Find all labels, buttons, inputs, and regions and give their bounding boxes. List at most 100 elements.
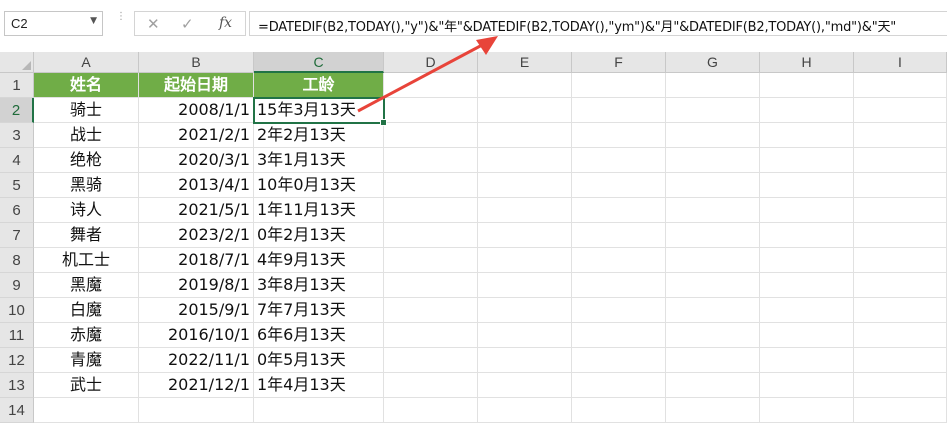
cell-a9[interactable]: 黑魔 [34, 273, 139, 298]
cell-a13[interactable]: 武士 [34, 373, 139, 398]
row-header-6[interactable]: 6 [0, 198, 34, 223]
cell-g3[interactable] [666, 123, 760, 148]
cell-c10[interactable]: 7年7月13天 [254, 298, 384, 323]
cell-i8[interactable] [854, 248, 947, 273]
cell-c4[interactable]: 3年1月13天 [254, 148, 384, 173]
cell-i4[interactable] [854, 148, 947, 173]
cell-d12[interactable] [384, 348, 478, 373]
cell-h12[interactable] [760, 348, 854, 373]
cell-i2[interactable] [854, 98, 947, 123]
cell-d10[interactable] [384, 298, 478, 323]
cell-c8[interactable]: 4年9月13天 [254, 248, 384, 273]
cell-e5[interactable] [478, 173, 572, 198]
formula-input[interactable]: =DATEDIF(B2,TODAY(),"y")&"年"&DATEDIF(B2,… [249, 11, 947, 36]
cell-h6[interactable] [760, 198, 854, 223]
cell-d7[interactable] [384, 223, 478, 248]
cell-b6[interactable]: 2021/5/1 [139, 198, 254, 223]
cell-i9[interactable] [854, 273, 947, 298]
spreadsheet-grid[interactable]: A B C D E F G H I 1 姓名 起始日期 工龄 2 骑士 2008/1/1 15年3月13天 3 战士… [0, 52, 947, 427]
cell-g5[interactable] [666, 173, 760, 198]
cell-h9[interactable] [760, 273, 854, 298]
cell-f9[interactable] [572, 273, 666, 298]
cell-b11[interactable]: 2016/10/1 [139, 323, 254, 348]
cell-c5[interactable]: 10年0月13天 [254, 173, 384, 198]
cell-d1[interactable] [384, 73, 478, 98]
cell-b14[interactable] [139, 398, 254, 423]
cell-c6[interactable]: 1年11月13天 [254, 198, 384, 223]
cell-d3[interactable] [384, 123, 478, 148]
cell-g6[interactable] [666, 198, 760, 223]
cell-i14[interactable] [854, 398, 947, 423]
row-header-7[interactable]: 7 [0, 223, 34, 248]
cell-i5[interactable] [854, 173, 947, 198]
cell-d4[interactable] [384, 148, 478, 173]
cell-f5[interactable] [572, 173, 666, 198]
cell-d6[interactable] [384, 198, 478, 223]
cell-e14[interactable] [478, 398, 572, 423]
cell-g9[interactable] [666, 273, 760, 298]
cell-g1[interactable] [666, 73, 760, 98]
cell-d5[interactable] [384, 173, 478, 198]
cell-i11[interactable] [854, 323, 947, 348]
cell-c7[interactable]: 0年2月13天 [254, 223, 384, 248]
cell-c12[interactable]: 0年5月13天 [254, 348, 384, 373]
column-header-h[interactable]: H [760, 52, 854, 73]
cell-b4[interactable]: 2020/3/1 [139, 148, 254, 173]
cell-i3[interactable] [854, 123, 947, 148]
cell-h4[interactable] [760, 148, 854, 173]
cell-a5[interactable]: 黑骑 [34, 173, 139, 198]
row-header-9[interactable]: 9 [0, 273, 34, 298]
cell-b8[interactable]: 2018/7/1 [139, 248, 254, 273]
cell-g4[interactable] [666, 148, 760, 173]
enter-icon[interactable]: ✓ [181, 15, 194, 33]
cell-c14[interactable] [254, 398, 384, 423]
cell-i10[interactable] [854, 298, 947, 323]
column-header-e[interactable]: E [478, 52, 572, 73]
cell-a10[interactable]: 白魔 [34, 298, 139, 323]
cell-f12[interactable] [572, 348, 666, 373]
cell-b2[interactable]: 2008/1/1 [139, 98, 254, 123]
row-header-8[interactable]: 8 [0, 248, 34, 273]
row-header-13[interactable]: 13 [0, 373, 34, 398]
column-header-i[interactable]: I [854, 52, 947, 73]
row-header-2[interactable]: 2 [0, 98, 34, 123]
cell-g13[interactable] [666, 373, 760, 398]
cell-h2[interactable] [760, 98, 854, 123]
drag-handle-icon[interactable]: ⋮ [116, 12, 126, 34]
cell-e12[interactable] [478, 348, 572, 373]
cell-i6[interactable] [854, 198, 947, 223]
column-header-a[interactable]: A [34, 52, 139, 73]
cell-h13[interactable] [760, 373, 854, 398]
cell-h11[interactable] [760, 323, 854, 348]
cell-b9[interactable]: 2019/8/1 [139, 273, 254, 298]
cell-d11[interactable] [384, 323, 478, 348]
cell-g8[interactable] [666, 248, 760, 273]
cell-a6[interactable]: 诗人 [34, 198, 139, 223]
select-all-button[interactable] [0, 52, 34, 73]
cell-h7[interactable] [760, 223, 854, 248]
cell-e11[interactable] [478, 323, 572, 348]
column-header-g[interactable]: G [666, 52, 760, 73]
cancel-icon[interactable]: ✕ [147, 15, 160, 33]
cell-e1[interactable] [478, 73, 572, 98]
name-box[interactable]: C2 ▼ [4, 11, 103, 36]
cell-e7[interactable] [478, 223, 572, 248]
row-header-3[interactable]: 3 [0, 123, 34, 148]
cell-a11[interactable]: 赤魔 [34, 323, 139, 348]
cell-b7[interactable]: 2023/2/1 [139, 223, 254, 248]
cell-g11[interactable] [666, 323, 760, 348]
cell-i12[interactable] [854, 348, 947, 373]
cell-b3[interactable]: 2021/2/1 [139, 123, 254, 148]
cell-g12[interactable] [666, 348, 760, 373]
cell-d14[interactable] [384, 398, 478, 423]
cell-e2[interactable] [478, 98, 572, 123]
cell-b5[interactable]: 2013/4/1 [139, 173, 254, 198]
row-header-1[interactable]: 1 [0, 73, 34, 98]
cell-a3[interactable]: 战士 [34, 123, 139, 148]
cell-d2[interactable] [384, 98, 478, 123]
cell-f11[interactable] [572, 323, 666, 348]
cell-i13[interactable] [854, 373, 947, 398]
cell-a8[interactable]: 机工士 [34, 248, 139, 273]
cell-e6[interactable] [478, 198, 572, 223]
cell-e13[interactable] [478, 373, 572, 398]
